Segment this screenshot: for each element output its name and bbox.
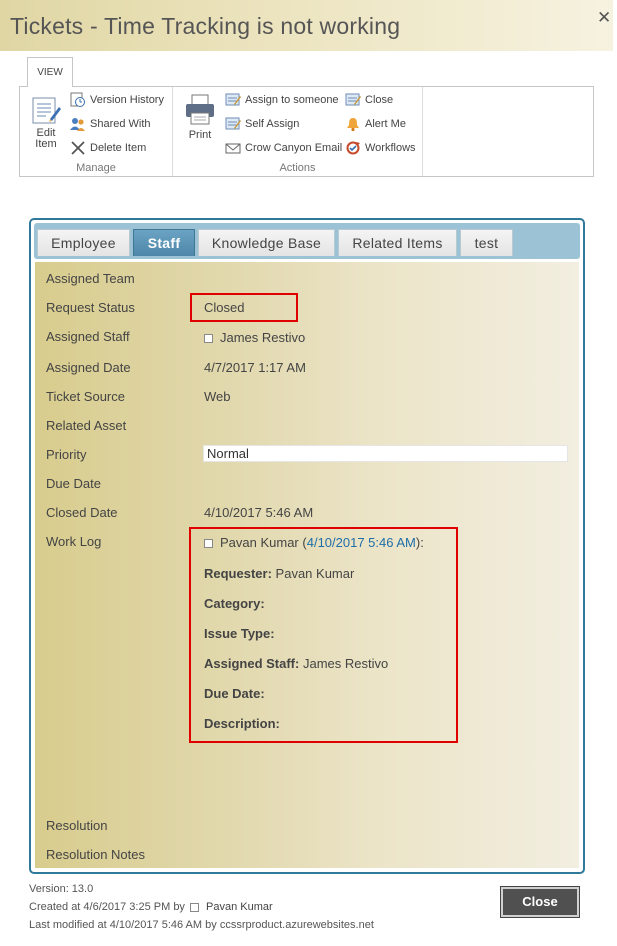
issue-type-key: Issue Type:: [204, 626, 275, 641]
assigned-date-label: Assigned Date: [46, 360, 131, 375]
title-bar: Tickets - Time Tracking is not working: [0, 0, 613, 51]
closed-date-value: 4/10/2017 5:46 AM: [204, 505, 314, 520]
ribbon-tab-view[interactable]: VIEW: [27, 57, 73, 87]
printer-icon: [186, 94, 214, 125]
created-prefix: Created at 4/6/2017 3:25 PM by: [29, 901, 185, 913]
work-log-close-paren: ):: [415, 535, 424, 550]
work-log-due-date: Due Date:: [204, 686, 265, 701]
created-by-link[interactable]: Pavan Kumar: [206, 901, 273, 913]
crow-canyon-email-label: Crow Canyon Email: [245, 142, 343, 154]
tab-staff[interactable]: Staff: [133, 229, 195, 256]
priority-field[interactable]: Normal: [203, 445, 568, 462]
alert-me-label: Alert Me: [365, 118, 406, 130]
assigned-team-label: Assigned Team: [46, 271, 135, 286]
description-key: Description:: [204, 716, 280, 731]
dialog-title: Tickets - Time Tracking is not working: [10, 13, 401, 39]
assigned-staff-log-value: James Restivo: [302, 656, 389, 671]
work-log-issue-type: Issue Type:: [204, 626, 275, 641]
work-log-timestamp-link[interactable]: 4/10/2017 5:46 AM: [307, 535, 416, 550]
related-asset-label: Related Asset: [46, 418, 127, 433]
crow-canyon-email-button[interactable]: Crow Canyon Email: [225, 138, 342, 158]
close-ticket-icon: [345, 93, 361, 106]
assigned-staff-key: Assigned Staff:: [204, 656, 300, 671]
tab-strip: Employee Staff Knowledge Base Related It…: [34, 223, 580, 259]
assigned-date-value: 4/7/2017 1:17 AM: [204, 360, 306, 375]
ribbon-group-actions: Print Assign to someone Self Assign Crow…: [173, 87, 423, 176]
assign-to-someone-button[interactable]: Assign to someone: [225, 90, 339, 110]
version-history-button[interactable]: Version History: [70, 90, 164, 110]
presence-checkbox-icon[interactable]: [204, 334, 213, 344]
print-button[interactable]: Print: [183, 93, 217, 141]
close-button[interactable]: Close: [500, 886, 580, 918]
ribbon-group-manage: Edit Item Version History Shared With De…: [20, 87, 173, 176]
alert-me-button[interactable]: Alert Me: [345, 114, 406, 134]
assigned-staff-value: James Restivo: [204, 330, 305, 345]
shared-with-button[interactable]: Shared With: [70, 114, 151, 134]
version-text: Version: 13.0: [29, 883, 94, 895]
tab-knowledge-base[interactable]: Knowledge Base: [198, 229, 335, 256]
workflows-label: Workflows: [365, 142, 416, 154]
closed-date-label: Closed Date: [46, 505, 118, 520]
ticket-source-label: Ticket Source: [46, 389, 125, 404]
print-label: Print: [188, 129, 212, 141]
presence-checkbox-icon[interactable]: [190, 902, 199, 912]
close-dialog-icon[interactable]: ✕: [597, 8, 611, 28]
edit-item-icon: [32, 97, 61, 124]
delete-icon: [71, 141, 85, 155]
group-label-actions: Actions: [279, 162, 316, 174]
category-key: Category:: [204, 596, 265, 611]
close-ticket-button[interactable]: Close: [345, 90, 393, 110]
work-log-assigned-staff: Assigned Staff: James Restivo: [204, 656, 388, 671]
version-history-label: Version History: [90, 94, 164, 106]
delete-item-label: Delete Item: [90, 142, 147, 154]
assigned-staff-name[interactable]: James Restivo: [220, 330, 305, 345]
self-assign-button[interactable]: Self Assign: [225, 114, 299, 134]
workflows-icon: [346, 141, 360, 155]
work-log-entry-header: Pavan Kumar (4/10/2017 5:46 AM):: [204, 535, 424, 550]
created-info: Created at 4/6/2017 3:25 PM by Pavan Kum…: [29, 901, 273, 913]
due-date-label: Due Date: [46, 476, 101, 491]
modified-prefix: Last modified at 4/10/2017 5:46 AM by: [29, 919, 217, 931]
resolution-label: Resolution: [46, 818, 108, 833]
bell-icon: [347, 118, 359, 132]
presence-checkbox-icon[interactable]: [204, 539, 213, 549]
work-log-requester: Requester: Pavan Kumar: [204, 566, 354, 581]
shared-with-icon: [70, 118, 85, 131]
tab-employee[interactable]: Employee: [37, 229, 130, 256]
assign-icon: [225, 93, 241, 106]
delete-item-button[interactable]: Delete Item: [70, 138, 146, 158]
email-icon: [225, 143, 241, 154]
ticket-source-value: Web: [204, 389, 231, 404]
priority-label: Priority: [46, 447, 87, 462]
work-log-author[interactable]: Pavan Kumar: [220, 535, 299, 550]
requester-value: Pavan Kumar: [275, 566, 355, 581]
due-date-key: Due Date:: [204, 686, 265, 701]
modified-info: Last modified at 4/10/2017 5:46 AM by cc…: [29, 919, 374, 931]
work-log-category: Category:: [204, 596, 265, 611]
ribbon: Edit Item Version History Shared With De…: [19, 86, 594, 177]
resolution-notes-label: Resolution Notes: [46, 847, 145, 862]
work-log-description: Description:: [204, 716, 280, 731]
group-label-manage: Manage: [76, 162, 116, 174]
modified-by: ccssrproduct.azurewebsites.net: [219, 919, 374, 931]
close-ticket-label: Close: [365, 94, 394, 106]
assigned-staff-label: Assigned Staff: [46, 329, 130, 344]
work-log-label: Work Log: [46, 534, 102, 549]
requester-key: Requester:: [204, 566, 272, 581]
edit-item-label-2: Item: [35, 138, 57, 150]
self-assign-label: Self Assign: [245, 118, 300, 130]
tab-related-items[interactable]: Related Items: [338, 229, 457, 256]
tab-test[interactable]: test: [460, 229, 513, 256]
shared-with-label: Shared With: [90, 118, 151, 130]
request-status-label: Request Status: [46, 300, 135, 315]
edit-item-button[interactable]: Edit Item: [28, 95, 64, 150]
self-assign-icon: [225, 117, 241, 130]
assign-to-someone-label: Assign to someone: [245, 94, 339, 106]
workflows-button[interactable]: Workflows: [345, 138, 416, 158]
request-status-value: Closed: [204, 300, 245, 315]
version-history-icon: [70, 92, 85, 107]
